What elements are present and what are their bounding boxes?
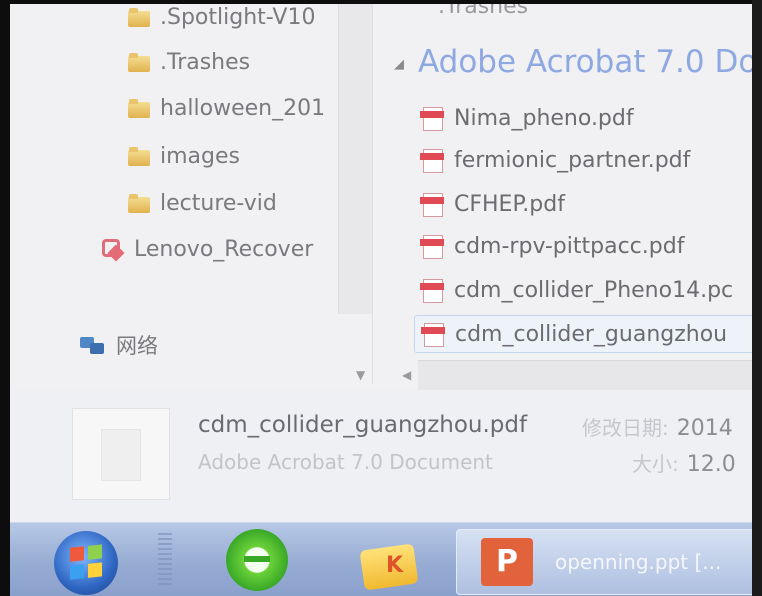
file-explorer-icon[interactable] [356,535,422,591]
file-row-selected[interactable]: cdm_collider_guangzhou [414,315,762,353]
recovery-drive-icon [100,237,124,261]
nav-item-label: Lenovo_Recover [134,236,314,262]
internet-explorer-icon[interactable] [226,529,288,591]
nav-item-spotlight[interactable]: .Spotlight-V10 [128,4,315,34]
file-name: cdm_collider_Pheno14.pc [454,277,734,303]
file-name: fermionic_partner.pdf [454,147,691,173]
details-size: 大小: 12.0 [632,448,736,477]
horizontal-scrollbar[interactable] [418,360,762,391]
partial-list-item[interactable]: .Trashes [438,4,528,19]
collapse-arrow-icon[interactable]: ◢ [394,57,404,72]
pdf-file-icon [420,233,444,259]
file-row[interactable]: Nima_pheno.pdf [420,100,634,136]
nav-item-trashes[interactable]: .Trashes [128,45,250,79]
group-header-label: Adobe Acrobat 7.0 Do [418,44,758,80]
file-row[interactable]: cdm-rpv-pittpacc.pdf [420,228,684,264]
file-name: Nima_pheno.pdf [454,105,634,131]
file-thumbnail [72,408,170,500]
modified-value: 2014 [676,416,733,441]
file-row[interactable]: cdm_collider_Pheno14.pc [420,272,733,308]
folder-icon [128,146,150,166]
pdf-file-icon [420,105,444,131]
size-value: 12.0 [686,452,736,477]
pdf-file-icon [420,277,444,303]
modified-label: 修改日期: [582,416,669,440]
explorer-window: .Spotlight-V10 .Trashes halloween_201 im… [10,4,762,596]
folder-icon [128,52,150,72]
nav-item-label: .Spotlight-V10 [160,4,316,30]
pdf-file-icon [420,191,444,217]
folder-icon [128,193,150,213]
group-header[interactable]: ◢ Adobe Acrobat 7.0 Do [394,44,757,80]
details-file-name: cdm_collider_guangzhou.pdf [198,412,528,438]
size-label: 大小: [632,452,679,476]
taskbar-window-label: openning.ppt [... [555,550,722,574]
file-row[interactable]: fermionic_partner.pdf [420,142,690,178]
windows-start-orb-icon[interactable] [54,531,118,595]
details-pane: cdm_collider_guangzhou.pdf Adobe Acrobat… [10,390,762,522]
nav-item-network[interactable]: 网络 [80,328,158,362]
nav-item-images[interactable]: images [128,139,240,173]
nav-item-label: 网络 [116,334,158,358]
network-icon [80,335,106,355]
taskbar: P openning.ppt [... [10,522,762,596]
details-modified: 修改日期: 2014 [582,412,733,441]
file-name: cdm_collider_guangzhou [455,321,728,347]
navigation-pane: .Spotlight-V10 .Trashes halloween_201 im… [38,4,358,384]
file-row[interactable]: CFHEP.pdf [420,186,565,222]
pdf-file-icon [420,147,444,173]
pane-divider[interactable] [372,4,373,384]
nav-item-lecture-vid[interactable]: lecture-vid [128,186,277,220]
quick-launch-grip[interactable] [158,533,172,587]
folder-icon [128,98,150,118]
file-name: CFHEP.pdf [454,191,565,217]
details-file-type: Adobe Acrobat 7.0 Document [198,450,493,474]
screen-right-bezel [752,0,762,596]
nav-item-label: images [160,143,240,169]
scroll-down-arrow-icon[interactable]: ▼ [356,368,365,382]
scroll-left-arrow-icon[interactable]: ◀ [402,368,411,382]
nav-pane-scrollbar[interactable] [338,4,373,314]
file-list: .Trashes ◢ Adobe Acrobat 7.0 Do Nima_phen… [390,4,762,384]
folder-icon [128,7,150,27]
nav-item-lenovo-recover[interactable]: Lenovo_Recover [100,232,313,266]
taskbar-button-powerpoint[interactable]: P openning.ppt [... [456,529,762,595]
file-name: cdm-rpv-pittpacc.pdf [454,233,685,259]
nav-item-label: lecture-vid [160,190,277,216]
nav-item-label: halloween_201 [160,95,326,121]
nav-item-label: .Trashes [160,49,251,75]
nav-item-halloween[interactable]: halloween_201 [128,91,325,125]
powerpoint-icon: P [481,538,533,586]
pdf-file-icon [421,321,445,347]
